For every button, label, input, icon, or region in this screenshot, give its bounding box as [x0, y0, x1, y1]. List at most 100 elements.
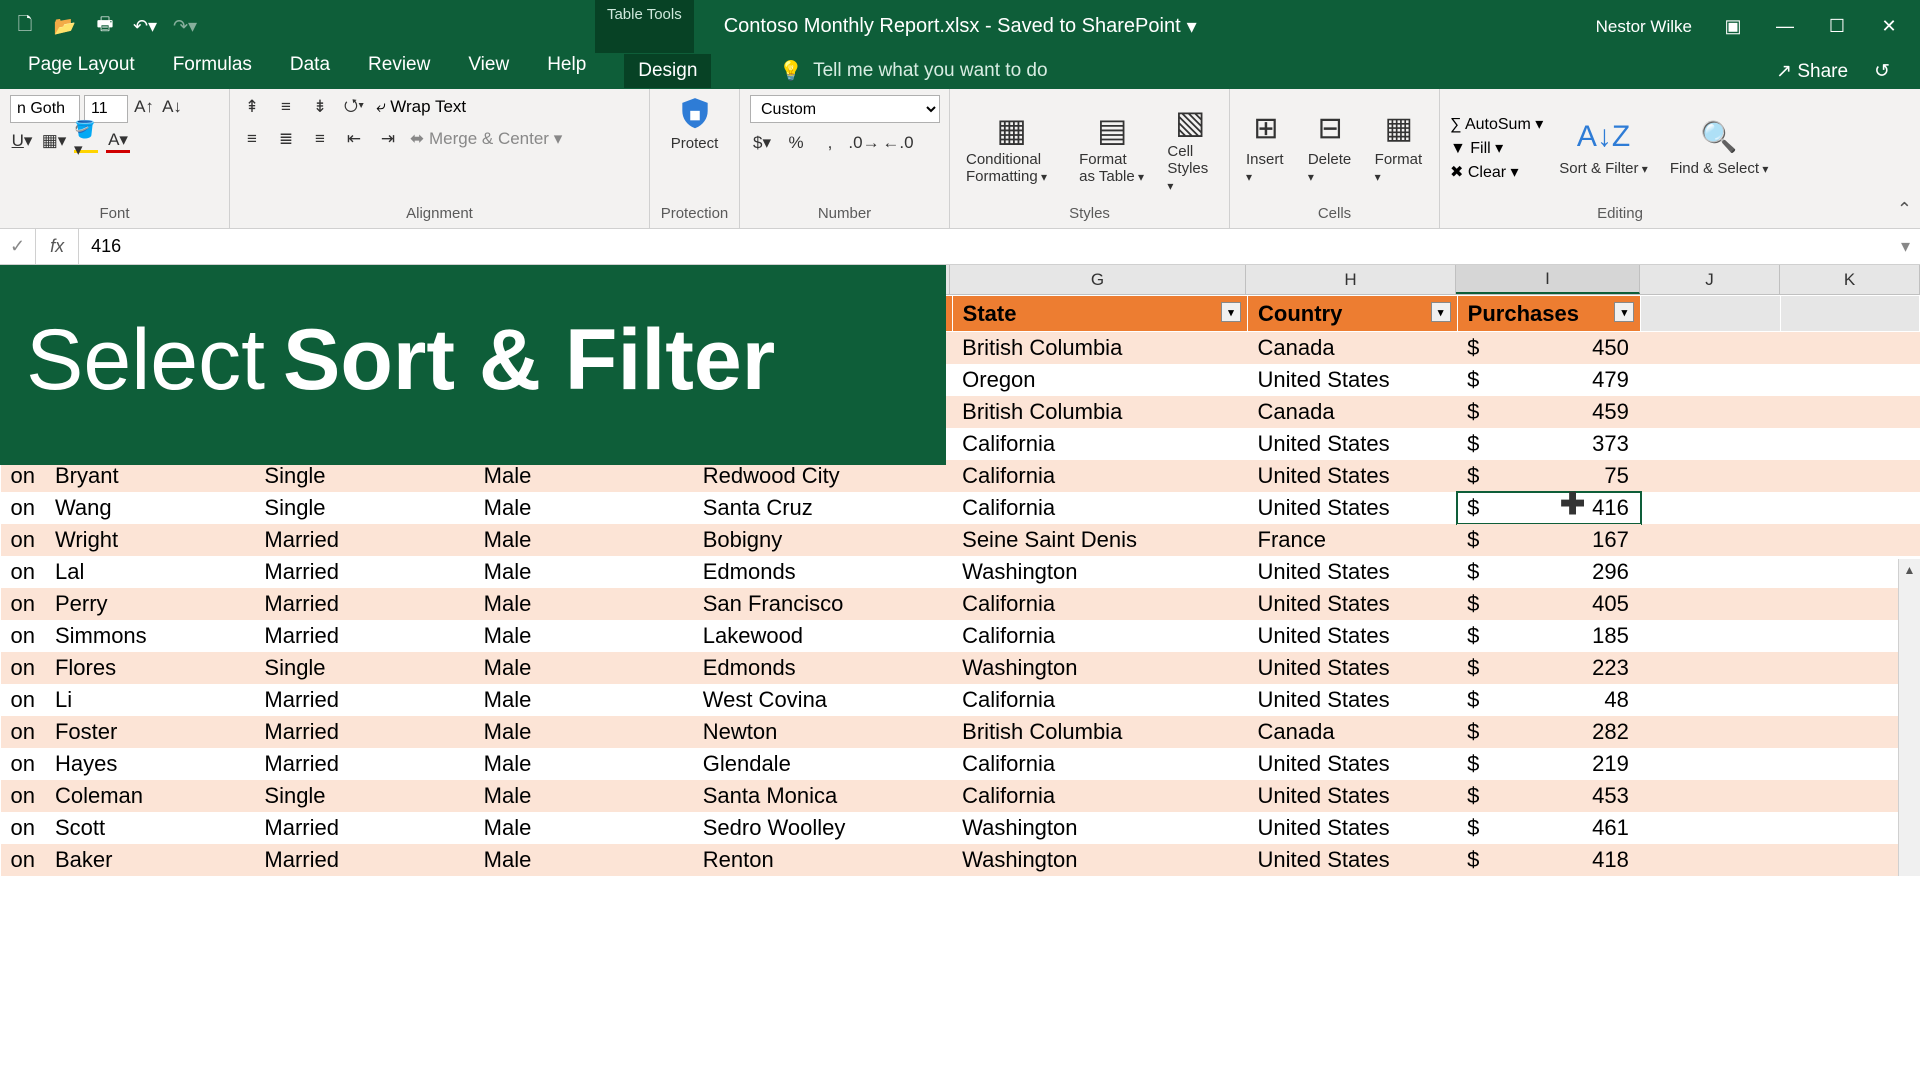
tab-help[interactable]: Help — [547, 54, 586, 88]
cell[interactable]: on — [1, 588, 45, 620]
cell-purchases[interactable]: $461 — [1457, 812, 1641, 844]
share-button[interactable]: ↗ Share — [1776, 60, 1848, 83]
cell[interactable]: Wright — [45, 524, 254, 556]
cell[interactable]: Canada — [1248, 332, 1458, 365]
format-as-table-button[interactable]: ▤Format as Table — [1073, 111, 1151, 185]
cell[interactable]: on — [1, 652, 45, 684]
new-file-icon[interactable]: 🗋 — [14, 16, 36, 38]
chevron-down-icon[interactable]: ▾ — [1187, 14, 1197, 39]
cell[interactable]: Male — [474, 780, 693, 812]
cell[interactable]: on — [1, 684, 45, 716]
cell[interactable]: Married — [254, 556, 473, 588]
autosum-button[interactable]: ∑ AutoSum ▾ — [1450, 114, 1543, 134]
increase-font-icon[interactable]: A↑ — [132, 95, 156, 119]
cell[interactable]: United States — [1248, 652, 1458, 684]
scroll-up-icon[interactable]: ▲ — [1899, 559, 1920, 581]
cell[interactable]: Coleman — [45, 780, 254, 812]
cell[interactable]: Male — [474, 524, 693, 556]
cell[interactable]: Li — [45, 684, 254, 716]
cell[interactable]: British Columbia — [952, 332, 1247, 365]
maximize-icon[interactable]: ☐ — [1826, 16, 1848, 37]
cell[interactable]: Male — [474, 748, 693, 780]
header-country[interactable]: Country▾ — [1248, 296, 1458, 332]
cell[interactable]: Bobigny — [693, 524, 952, 556]
clear-button[interactable]: ✖ Clear ▾ — [1450, 162, 1543, 182]
underline-icon[interactable]: U▾ — [10, 129, 34, 153]
find-select-button[interactable]: 🔍Find & Select — [1664, 120, 1775, 177]
cell[interactable]: Baker — [45, 844, 254, 876]
filter-icon[interactable]: ▾ — [1431, 302, 1451, 322]
orientation-icon[interactable]: ⭯▾ — [342, 95, 366, 119]
cell[interactable]: Male — [474, 620, 693, 652]
border-icon[interactable]: ▦▾ — [42, 129, 66, 153]
cell[interactable]: United States — [1248, 780, 1458, 812]
cell[interactable]: Married — [254, 588, 473, 620]
cell[interactable]: Newton — [693, 716, 952, 748]
cell[interactable]: Single — [254, 780, 473, 812]
table-row[interactable]: onFloresSingleMaleEdmondsWashingtonUnite… — [1, 652, 1920, 684]
currency-icon[interactable]: $▾ — [750, 131, 774, 155]
table-row[interactable]: onBakerMarriedMaleRentonWashingtonUnited… — [1, 844, 1920, 876]
cell[interactable]: Single — [254, 492, 473, 524]
cell[interactable]: Renton — [693, 844, 952, 876]
cell[interactable]: Male — [474, 684, 693, 716]
cell[interactable]: Washington — [952, 812, 1247, 844]
cell[interactable]: Perry — [45, 588, 254, 620]
cell[interactable]: United States — [1248, 684, 1458, 716]
col-k[interactable]: K — [1780, 265, 1920, 294]
cell[interactable]: United States — [1248, 460, 1458, 492]
open-icon[interactable]: 📂 — [54, 16, 76, 38]
cell[interactable]: on — [1, 492, 45, 524]
cell[interactable]: Santa Monica — [693, 780, 952, 812]
table-row[interactable]: onLalMarriedMaleEdmondsWashingtonUnited … — [1, 556, 1920, 588]
tab-view[interactable]: View — [468, 54, 509, 88]
cell[interactable]: Male — [474, 588, 693, 620]
col-j[interactable]: J — [1640, 265, 1780, 294]
cell-purchases[interactable]: $373 — [1457, 428, 1641, 460]
font-color-icon[interactable]: A▾ — [106, 129, 130, 153]
cell-purchases[interactable]: $167 — [1457, 524, 1641, 556]
cell[interactable]: Male — [474, 556, 693, 588]
cell[interactable]: Flores — [45, 652, 254, 684]
cell[interactable]: California — [952, 684, 1247, 716]
cell[interactable]: Single — [254, 652, 473, 684]
cell[interactable]: Sedro Woolley — [693, 812, 952, 844]
table-row[interactable]: onWrightMarriedMaleBobignySeine Saint De… — [1, 524, 1920, 556]
cell-purchases[interactable]: $223 — [1457, 652, 1641, 684]
comma-icon[interactable]: , — [818, 131, 842, 155]
cell-styles-button[interactable]: ▧Cell Styles — [1161, 103, 1219, 194]
undo-icon[interactable]: ↶▾ — [134, 16, 156, 38]
cell-purchases[interactable]: $405 — [1457, 588, 1641, 620]
cell[interactable]: Married — [254, 716, 473, 748]
header-state[interactable]: State▾ — [952, 296, 1247, 332]
tab-review[interactable]: Review — [368, 54, 430, 88]
cell-purchases[interactable]: $185 — [1457, 620, 1641, 652]
cell[interactable]: on — [1, 556, 45, 588]
filter-icon[interactable]: ▾ — [1221, 302, 1241, 322]
cell-purchases[interactable]: $479 — [1457, 364, 1641, 396]
font-name-input[interactable] — [10, 95, 80, 123]
cell[interactable]: California — [952, 460, 1247, 492]
decrease-decimal-icon[interactable]: ←.0 — [886, 131, 910, 155]
cell[interactable]: Washington — [952, 652, 1247, 684]
cell-purchases[interactable]: $282 — [1457, 716, 1641, 748]
redo-icon[interactable]: ↷▾ — [174, 16, 196, 38]
document-title[interactable]: Contoso Monthly Report.xlsx - Saved to S… — [724, 14, 1197, 39]
percent-icon[interactable]: % — [784, 131, 808, 155]
filter-icon[interactable]: ▾ — [1614, 302, 1634, 322]
align-left-icon[interactable]: ≡ — [240, 127, 264, 151]
table-row[interactable]: onFosterMarriedMaleNewtonBritish Columbi… — [1, 716, 1920, 748]
wrap-text-button[interactable]: ⤶ Wrap Text — [376, 97, 466, 117]
table-row[interactable]: onHayesMarriedMaleGlendaleCaliforniaUnit… — [1, 748, 1920, 780]
cell-purchases[interactable]: $453 — [1457, 780, 1641, 812]
cell[interactable]: California — [952, 780, 1247, 812]
cell[interactable]: United States — [1248, 812, 1458, 844]
cell-purchases[interactable]: $219 — [1457, 748, 1641, 780]
fill-color-icon[interactable]: 🪣▾ — [74, 129, 98, 153]
cell[interactable]: Married — [254, 844, 473, 876]
cell[interactable]: Canada — [1248, 396, 1458, 428]
cell[interactable]: Male — [474, 492, 693, 524]
tab-design[interactable]: Design — [624, 54, 711, 88]
sort-filter-button[interactable]: A↓ZSort & Filter — [1553, 120, 1654, 177]
format-button[interactable]: ▦Format — [1369, 111, 1429, 185]
